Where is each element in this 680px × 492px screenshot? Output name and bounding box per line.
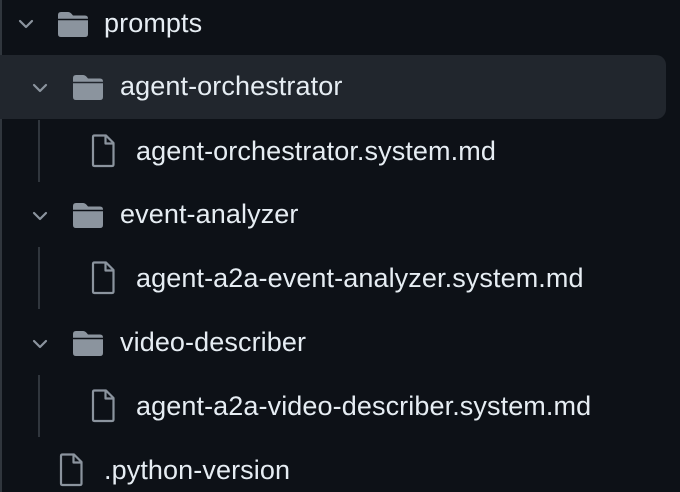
file-label: .python-version bbox=[104, 455, 291, 485]
tree-row-folder-event-analyzer[interactable]: event-analyzer bbox=[0, 183, 680, 247]
file-icon bbox=[91, 134, 115, 168]
chevron-down-icon[interactable] bbox=[31, 207, 49, 225]
file-label: agent-a2a-video-describer.system.md bbox=[136, 391, 592, 421]
folder-icon bbox=[73, 331, 103, 356]
chevron-down-icon[interactable] bbox=[17, 15, 35, 33]
file-icon bbox=[91, 261, 115, 295]
folder-label: agent-orchestrator bbox=[120, 71, 343, 101]
file-label: agent-a2a-event-analyzer.system.md bbox=[136, 263, 584, 293]
folder-icon bbox=[58, 12, 88, 37]
folder-icon bbox=[73, 203, 103, 228]
tree-row-folder-prompts[interactable]: prompts bbox=[0, 0, 680, 55]
chevron-down-icon[interactable] bbox=[31, 335, 49, 353]
tree-row-file[interactable]: .python-version bbox=[0, 438, 680, 492]
folder-label: video-describer bbox=[120, 327, 307, 357]
tree-row-folder-video-describer[interactable]: video-describer bbox=[0, 311, 680, 375]
tree-row-file[interactable]: agent-a2a-video-describer.system.md bbox=[0, 374, 680, 438]
file-icon bbox=[59, 453, 83, 487]
chevron-down-icon[interactable] bbox=[31, 79, 49, 97]
folder-label: event-analyzer bbox=[120, 199, 299, 229]
file-tree: prompts agent-orchestrator agent-orchest… bbox=[0, 0, 680, 492]
folder-icon bbox=[73, 75, 103, 100]
tree-row-folder-agent-orchestrator[interactable]: agent-orchestrator bbox=[0, 55, 680, 119]
file-label: agent-orchestrator.system.md bbox=[136, 136, 496, 166]
tree-row-file[interactable]: agent-orchestrator.system.md bbox=[0, 119, 680, 183]
tree-row-file[interactable]: agent-a2a-event-analyzer.system.md bbox=[0, 246, 680, 310]
folder-label: prompts bbox=[104, 8, 203, 38]
file-icon bbox=[91, 389, 115, 423]
